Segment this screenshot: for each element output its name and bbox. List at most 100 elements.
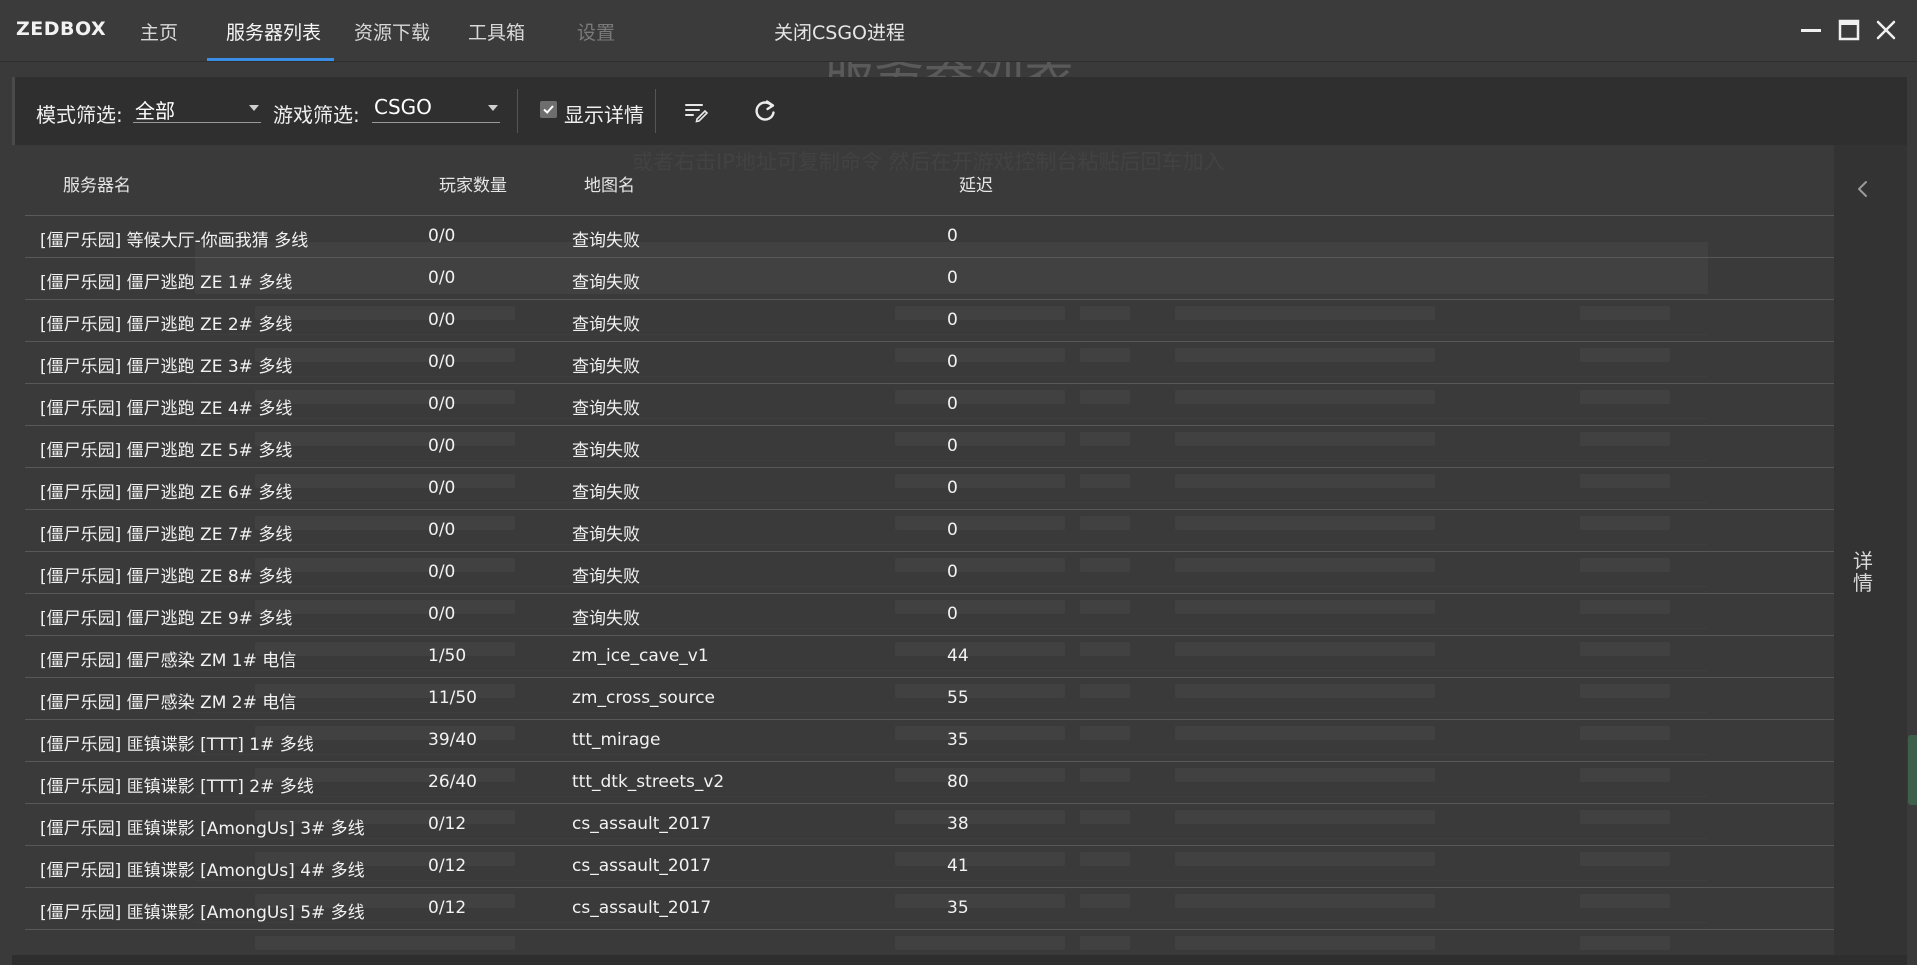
cell-latency: 0	[947, 226, 958, 246]
cell-players: 26/40	[428, 772, 477, 792]
cell-latency: 0	[947, 352, 958, 372]
game-filter-select[interactable]: CSGO	[372, 91, 500, 123]
cell-map: 查询失败	[572, 315, 640, 335]
tab-resource-download[interactable]: 资源下载	[354, 18, 430, 45]
cell-map: 查询失败	[572, 357, 640, 377]
cell-players: 0/0	[428, 436, 456, 456]
table-row[interactable]: [僵尸乐园] 匪镇谍影 [TTT] 1# 多线 39/40 ttt_mirage 35	[25, 720, 1834, 762]
table-row[interactable]: [僵尸乐园] 僵尸逃跑 ZE 6# 多线 0/0 查询失败 0	[25, 468, 1834, 510]
cell-latency: 0	[947, 520, 958, 540]
cell-players: 0/0	[428, 310, 456, 330]
cell-server-name: [僵尸乐园] 匪镇谍影 [AmongUs] 5# 多线	[40, 903, 365, 923]
cell-map: 查询失败	[572, 399, 640, 419]
show-details-label[interactable]: 显示详情	[564, 99, 644, 128]
cell-latency: 0	[947, 562, 958, 582]
cell-server-name: [僵尸乐园] 匪镇谍影 [AmongUs] 4# 多线	[40, 861, 365, 881]
chevron-left-icon[interactable]	[1852, 178, 1874, 200]
cell-map: zm_ice_cave_v1	[572, 646, 709, 666]
mode-filter-label: 模式筛选:	[36, 103, 123, 127]
table-row[interactable]: [僵尸乐园] 僵尸逃跑 ZE 9# 多线 0/0 查询失败 0	[25, 594, 1834, 636]
cell-server-name: [僵尸乐园] 等候大厅-你画我猜 多线	[40, 231, 309, 251]
cell-players: 39/40	[428, 730, 477, 750]
active-tab-indicator	[207, 58, 334, 61]
table-row[interactable]: [僵尸乐园] 僵尸逃跑 ZE 3# 多线 0/0 查询失败 0	[25, 342, 1834, 384]
cell-server-name: [僵尸乐园] 匪镇谍影 [AmongUs] 3# 多线	[40, 819, 365, 839]
details-label: 详情	[1853, 549, 1873, 595]
maximize-icon[interactable]	[1835, 16, 1863, 44]
tab-toolbox[interactable]: 工具箱	[468, 18, 525, 45]
cell-latency: 55	[947, 688, 969, 708]
table-row[interactable]: [僵尸乐园] 匪镇谍影 [TTT] 2# 多线 26/40 ttt_dtk_stre…	[25, 762, 1834, 804]
tab-server-list[interactable]: 服务器列表	[226, 18, 321, 45]
cell-map: 查询失败	[572, 609, 640, 629]
cell-map: ttt_dtk_streets_v2	[572, 772, 725, 792]
cell-players: 0/0	[428, 478, 456, 498]
cell-latency: 35	[947, 730, 969, 750]
column-header-players[interactable]: 玩家数量	[439, 171, 507, 196]
cell-players: 0/12	[428, 814, 467, 834]
cell-map: 查询失败	[572, 525, 640, 545]
cell-server-name: [僵尸乐园] 僵尸逃跑 ZE 3# 多线	[40, 357, 293, 377]
scrollbar-thumb[interactable]	[1908, 735, 1917, 805]
cell-server-name: [僵尸乐园] 匪镇谍影 [TTT] 1# 多线	[40, 735, 314, 755]
game-filter-label: 游戏筛选:	[273, 103, 360, 127]
show-details-checkbox[interactable]	[540, 101, 557, 118]
close-csgo-process-button[interactable]: 关闭CSGO进程	[774, 18, 905, 45]
tab-home[interactable]: 主页	[140, 18, 178, 45]
cell-latency: 80	[947, 772, 969, 792]
table-row[interactable]: [僵尸乐园] 僵尸逃跑 ZE 7# 多线 0/0 查询失败 0	[25, 510, 1834, 552]
cell-map: 查询失败	[572, 231, 640, 251]
table-row[interactable]: [僵尸乐园] 僵尸逃跑 ZE 8# 多线 0/0 查询失败 0	[25, 552, 1834, 594]
cell-latency: 44	[947, 646, 969, 666]
cell-server-name: [僵尸乐园] 僵尸逃跑 ZE 6# 多线	[40, 483, 293, 503]
cell-players: 0/0	[428, 352, 456, 372]
cell-players: 11/50	[428, 688, 477, 708]
cell-server-name: [僵尸乐园] 僵尸感染 ZM 1# 电信	[40, 651, 297, 671]
cell-server-name: [僵尸乐园] 僵尸逃跑 ZE 1# 多线	[40, 273, 293, 293]
cell-latency: 0	[947, 310, 958, 330]
table-row[interactable]: [僵尸乐园] 僵尸感染 ZM 2# 电信 11/50 zm_cross_source…	[25, 678, 1834, 720]
cell-latency: 0	[947, 268, 958, 288]
column-header-map[interactable]: 地图名	[584, 171, 635, 196]
cell-players: 0/0	[428, 562, 456, 582]
table-row[interactable]: [僵尸乐园] 僵尸逃跑 ZE 1# 多线 0/0 查询失败 0	[25, 258, 1834, 300]
cell-latency: 38	[947, 814, 969, 834]
table-row[interactable]: [僵尸乐园] 僵尸感染 ZM 1# 电信 1/50 zm_ice_cave_v1 44	[25, 636, 1834, 678]
cell-players: 0/0	[428, 268, 456, 288]
filter-edit-icon[interactable]	[682, 97, 710, 125]
cell-server-name: [僵尸乐园] 僵尸逃跑 ZE 8# 多线	[40, 567, 293, 587]
table-row[interactable]: [僵尸乐园] 僵尸逃跑 ZE 5# 多线 0/0 查询失败 0	[25, 426, 1834, 468]
table-row[interactable]: [僵尸乐园] 僵尸逃跑 ZE 4# 多线 0/0 查询失败 0	[25, 384, 1834, 426]
table-row[interactable]: [僵尸乐园] 匪镇谍影 [AmongUs] 5# 多线 0/12 cs_assaul…	[25, 888, 1834, 930]
filter-toolbar: 模式筛选: 全部 游戏筛选: CSGO 显示详情	[12, 77, 1907, 145]
cell-latency: 0	[947, 436, 958, 456]
cell-map: cs_assault_2017	[572, 856, 712, 876]
chevron-down-icon	[488, 105, 498, 111]
close-icon[interactable]	[1872, 16, 1900, 44]
table-row[interactable]: [僵尸乐园] 僵尸逃跑 ZE 2# 多线 0/0 查询失败 0	[25, 300, 1834, 342]
toolbar-divider	[517, 89, 518, 133]
tab-settings[interactable]: 设置	[577, 18, 615, 45]
column-header-latency[interactable]: 延迟	[959, 171, 993, 196]
cell-map: zm_cross_source	[572, 688, 716, 708]
mode-filter-select[interactable]: 全部	[133, 91, 261, 123]
refresh-icon[interactable]	[751, 97, 779, 125]
cell-latency: 0	[947, 394, 958, 414]
cell-latency: 0	[947, 604, 958, 624]
app-logo: ZEDBOX	[16, 18, 107, 40]
bottom-edge	[12, 955, 1907, 965]
table-row[interactable]: [僵尸乐园] 匪镇谍影 [AmongUs] 3# 多线 0/12 cs_assaul…	[25, 804, 1834, 846]
cell-players: 0/12	[428, 898, 467, 918]
chevron-down-icon	[249, 105, 259, 111]
cell-map: 查询失败	[572, 483, 640, 503]
cell-map: cs_assault_2017	[572, 898, 712, 918]
cell-map: ttt_mirage	[572, 730, 661, 750]
cell-players: 1/50	[428, 646, 467, 666]
cell-map: cs_assault_2017	[572, 814, 712, 834]
minimize-icon[interactable]	[1797, 16, 1825, 44]
table-row[interactable]: [僵尸乐园] 匪镇谍影 [AmongUs] 4# 多线 0/12 cs_assaul…	[25, 846, 1834, 888]
table-row[interactable]: [僵尸乐园] 等候大厅-你画我猜 多线 0/0 查询失败 0	[25, 216, 1834, 258]
cell-players: 0/12	[428, 856, 467, 876]
column-header-server-name[interactable]: 服务器名	[63, 171, 131, 196]
cell-map: 查询失败	[572, 441, 640, 461]
